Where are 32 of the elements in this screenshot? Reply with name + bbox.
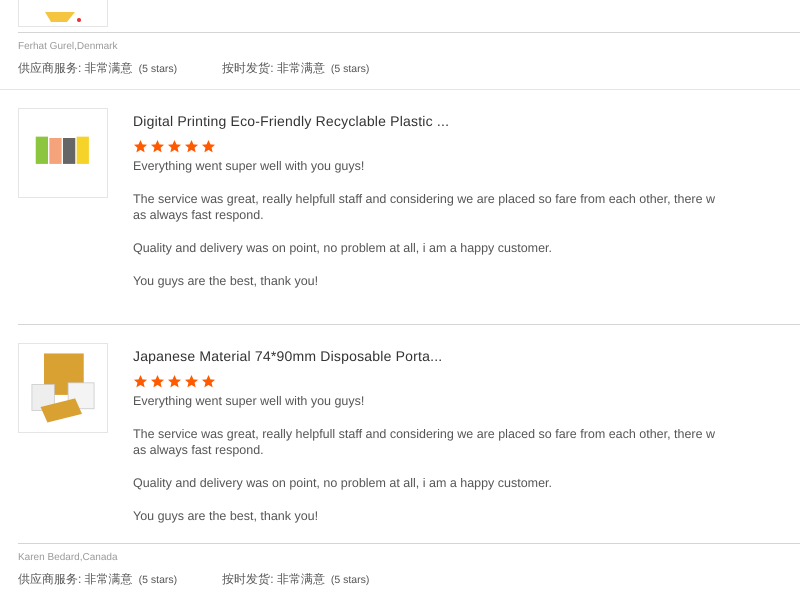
star-icon	[150, 139, 165, 154]
star-icon	[201, 139, 216, 154]
star-icon	[167, 139, 182, 154]
star-icon	[167, 374, 182, 389]
rating-label: 按时发货: 非常满意	[222, 572, 325, 586]
review-text: Quality and delivery was on point, no problem at all, i am a happy customer.	[133, 240, 553, 256]
reviewer-name: Karen Bedard,Canada	[18, 551, 119, 564]
star-icon	[184, 139, 199, 154]
star-icon	[150, 374, 165, 389]
review-text: Everything went super well with you guys!	[133, 158, 366, 174]
review-text: The service was great, really helpfull staff and considering we are placed so fare from each other, there was always fast respond.	[133, 191, 716, 223]
product-photo[interactable]	[18, 343, 108, 433]
reviewer-name: Ferhat Gurel,Denmark	[18, 40, 118, 53]
review-text: You guys are the best, thank you!	[133, 273, 320, 289]
product-title[interactable]: Digital Printing Eco-Friendly Recyclable Plastic ...	[133, 108, 718, 129]
product-title[interactable]: Japanese Material 74*90mm Disposable Porta...	[133, 343, 718, 364]
star-icon	[184, 374, 199, 389]
rating-label: 供应商服务: 非常满意	[18, 572, 133, 586]
review-text: The service was great, really helpfull staff and considering we are placed so fare from each other, there was always fast respond.	[133, 426, 716, 458]
rating-score: (5 stars)	[330, 574, 370, 586]
star-icon	[133, 374, 148, 389]
star-icon	[201, 374, 216, 389]
rating-score: (5 stars)	[138, 574, 178, 586]
star-icon	[133, 139, 148, 154]
product-photo[interactable]	[18, 108, 108, 198]
rating-label: 按时发货: 非常满意	[222, 61, 325, 75]
rating-label: 供应商服务: 非常满意	[18, 61, 133, 75]
rating-score: (5 stars)	[138, 63, 178, 75]
review-text: You guys are the best, thank you!	[133, 508, 320, 524]
rating-score: (5 stars)	[330, 63, 370, 75]
review-text: Quality and delivery was on point, no problem at all, i am a happy customer.	[133, 475, 553, 491]
review-text: Everything went super well with you guys!	[133, 393, 366, 409]
